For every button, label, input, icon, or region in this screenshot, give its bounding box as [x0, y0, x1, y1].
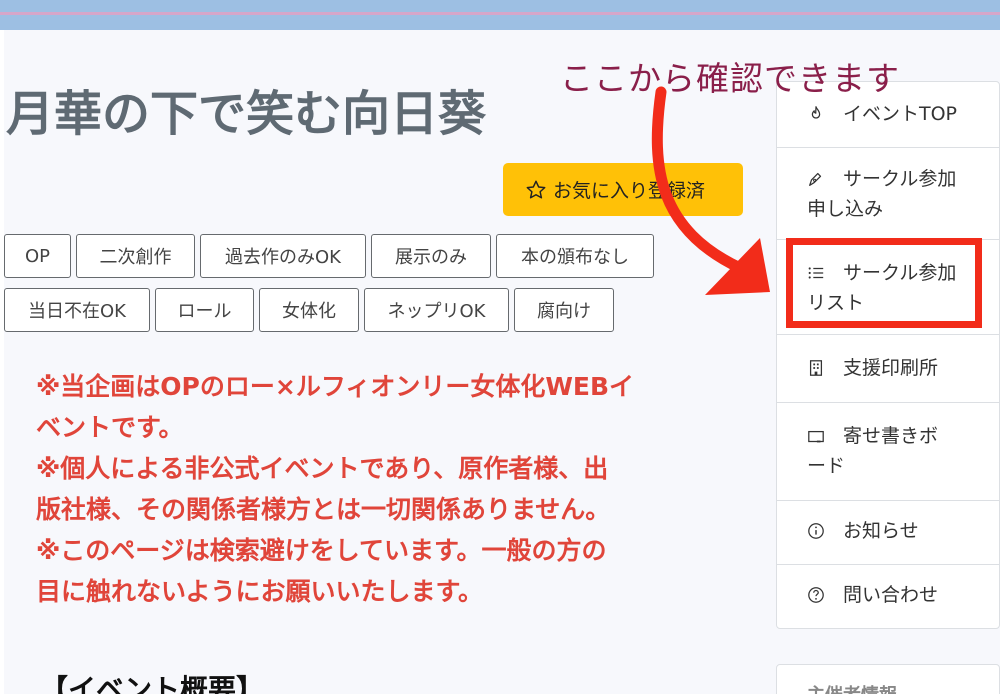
nav-label: 問い合わせ	[843, 584, 939, 606]
notice-text: ※当企画はOPのロー×ルフィオンリー女体化WEBイ ベントです。 ※個人による非…	[36, 366, 696, 612]
top-banner-stripe	[0, 12, 1000, 15]
nav-circle-apply[interactable]: サークル参加 申し込み	[777, 148, 1000, 240]
nav-label: サークル参加	[843, 168, 957, 190]
nav-label: 申し込み	[807, 198, 884, 220]
annotation-text: ここから確認できます	[560, 59, 900, 98]
event-overview-heading: 【イベント概要】	[40, 673, 265, 694]
tag-genderbend[interactable]: 女体化	[259, 288, 359, 332]
pen-icon	[809, 172, 822, 186]
notice-line: 目に触れないようにお願いいたします。	[36, 577, 484, 606]
nav-label: お知らせ	[843, 520, 919, 542]
nav-news[interactable]: お知らせ	[777, 501, 1000, 565]
nav-label: 寄せ書きボ	[843, 425, 939, 447]
organizer-info-label: 主催者情報	[807, 681, 897, 694]
building-icon	[809, 360, 823, 376]
favorite-button-label: お気に入り登録済	[553, 180, 706, 202]
board-icon	[808, 430, 824, 443]
notice-line: ※このページは検索避けをしています。一般の方の	[36, 536, 607, 565]
tag-past-works-ok[interactable]: 過去作のみOK	[200, 234, 366, 278]
top-banner	[0, 0, 1000, 30]
star-outline-icon	[526, 180, 546, 199]
nav-label: イベントTOP	[843, 103, 958, 125]
nav-label: 支援印刷所	[843, 357, 939, 379]
notice-line: ※当企画はOPのロー×ルフィオンリー女体化WEBイ	[36, 372, 635, 401]
question-icon	[808, 587, 824, 603]
tag-no-book-distribution[interactable]: 本の頒布なし	[496, 234, 654, 278]
sidebar-nav: イベントTOP サークル参加 申し込み サークル参加 リスト 支援印刷所 寄せ書…	[776, 81, 1000, 629]
tag-bl[interactable]: 腐向け	[514, 288, 614, 332]
nav-print-shop[interactable]: 支援印刷所	[777, 335, 1000, 403]
notice-line: 版社様、その関係者様方とは一切関係ありません。	[36, 495, 611, 524]
organizer-info-box: 主催者情報	[776, 664, 1000, 694]
highlight-box	[786, 238, 982, 328]
tag-op[interactable]: OP	[4, 234, 71, 278]
tag-display-only[interactable]: 展示のみ	[371, 234, 491, 278]
flame-icon	[811, 106, 821, 119]
notice-line: ベントです。	[36, 413, 184, 442]
page-title: 月華の下で笑む向日葵	[6, 86, 487, 142]
notice-line: ※個人による非公式イベントであり、原作者様、出	[36, 454, 609, 483]
info-icon	[808, 523, 824, 539]
tag-netprint-ok[interactable]: ネップリOK	[364, 288, 509, 332]
favorite-button[interactable]: お気に入り登録済	[503, 163, 743, 216]
nav-message-board[interactable]: 寄せ書きボ ード	[777, 403, 1000, 501]
arrow-head	[705, 238, 770, 295]
tag-role[interactable]: ロール	[155, 288, 254, 332]
nav-label: ード	[807, 455, 846, 477]
tag-fanwork[interactable]: 二次創作	[76, 234, 195, 278]
nav-contact[interactable]: 問い合わせ	[777, 565, 1000, 629]
tag-absent-ok[interactable]: 当日不在OK	[4, 288, 150, 332]
left-edge	[0, 30, 4, 694]
